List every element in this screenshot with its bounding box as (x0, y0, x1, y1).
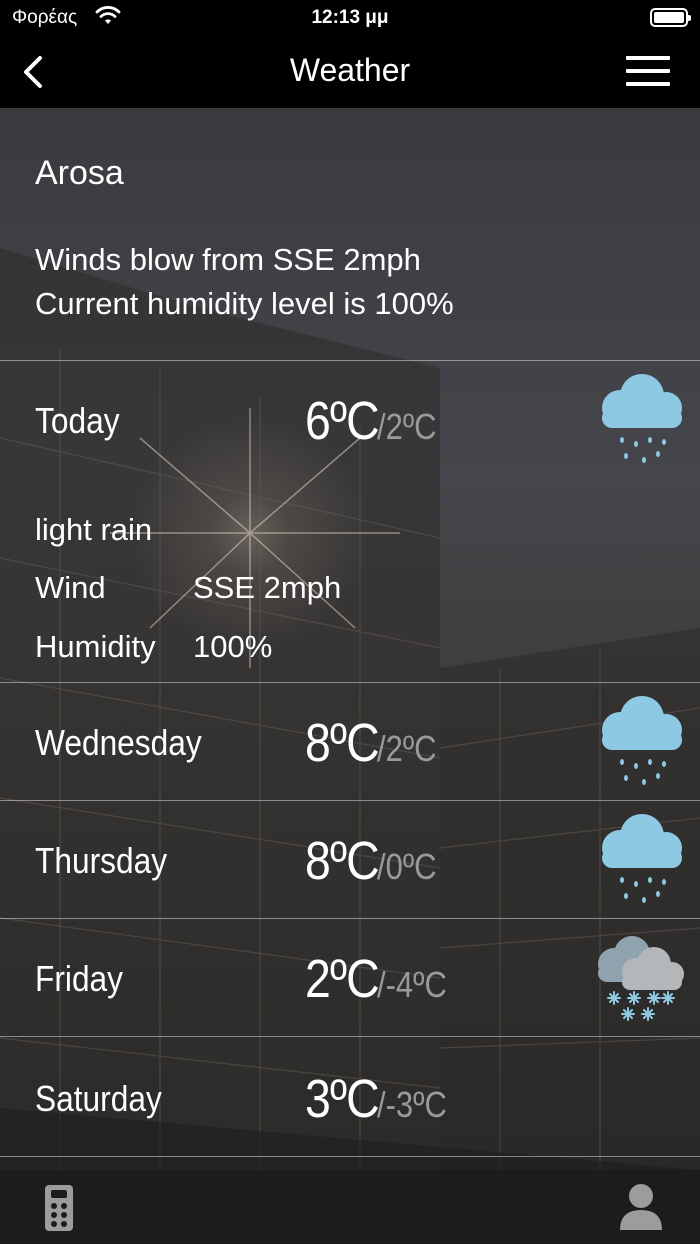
forecast-temperature: 2ºC/-4ºC (305, 948, 458, 1010)
divider (0, 1156, 700, 1157)
low-temp: /-3ºC (376, 1084, 447, 1125)
status-bar: Φορέας 12:13 μμ (0, 0, 700, 36)
day-label: Saturday (35, 1078, 162, 1119)
high-temp: 8ºC (305, 713, 380, 773)
tab-bar (0, 1170, 700, 1244)
status-time: 12:13 μμ (311, 7, 389, 28)
navigation-bar: Weather (0, 36, 700, 108)
divider (0, 1036, 700, 1037)
page-title: Weather (289, 52, 411, 88)
high-temp: 6ºC (305, 391, 380, 451)
forecast-temperature: 8ºC/0ºC (305, 830, 446, 892)
city-name: Arosa (35, 154, 124, 192)
day-label: Friday (35, 958, 124, 999)
rain-cloud-icon (602, 696, 682, 785)
hamburger-menu-icon[interactable] (626, 56, 670, 88)
condition-text: light rain (35, 512, 153, 547)
divider (0, 682, 700, 683)
high-temp: 8ºC (305, 831, 380, 891)
forecast-temperature: 8ºC/2ºC (305, 712, 446, 774)
high-temp: 3ºC (305, 1069, 380, 1129)
day-label-today: Today (35, 400, 120, 441)
rain-cloud-icon (602, 814, 682, 903)
today-temperature: 6ºC/2ºC (305, 390, 446, 452)
high-temp: 2ºC (305, 949, 380, 1009)
low-temp: /-4ºC (376, 964, 447, 1005)
snow-cloud-icon (598, 936, 684, 1021)
humidity-summary: Current humidity level is 100% (35, 286, 454, 321)
wind-label: Wind (35, 570, 106, 605)
humidity-value: 100% (193, 629, 273, 664)
remote-control-icon[interactable] (44, 1184, 74, 1232)
rain-cloud-icon (602, 374, 682, 463)
low-temp: /2ºC (376, 728, 437, 769)
divider (0, 918, 700, 919)
user-icon[interactable] (618, 1182, 664, 1232)
battery-icon (650, 8, 691, 27)
forecast-temperature: 3ºC/-3ºC (305, 1068, 458, 1130)
divider (0, 360, 700, 361)
day-label: Thursday (35, 840, 168, 881)
wind-summary: Winds blow from SSE 2mph (35, 242, 421, 277)
wind-value: SSE 2mph (193, 570, 342, 605)
divider (0, 800, 700, 801)
weather-content: Arosa Winds blow from SSE 2mph Current h… (0, 108, 700, 1170)
humidity-label: Humidity (35, 629, 156, 664)
day-label: Wednesday (35, 722, 202, 763)
low-temp: /2ºC (376, 406, 437, 447)
low-temp: /0ºC (376, 846, 437, 887)
